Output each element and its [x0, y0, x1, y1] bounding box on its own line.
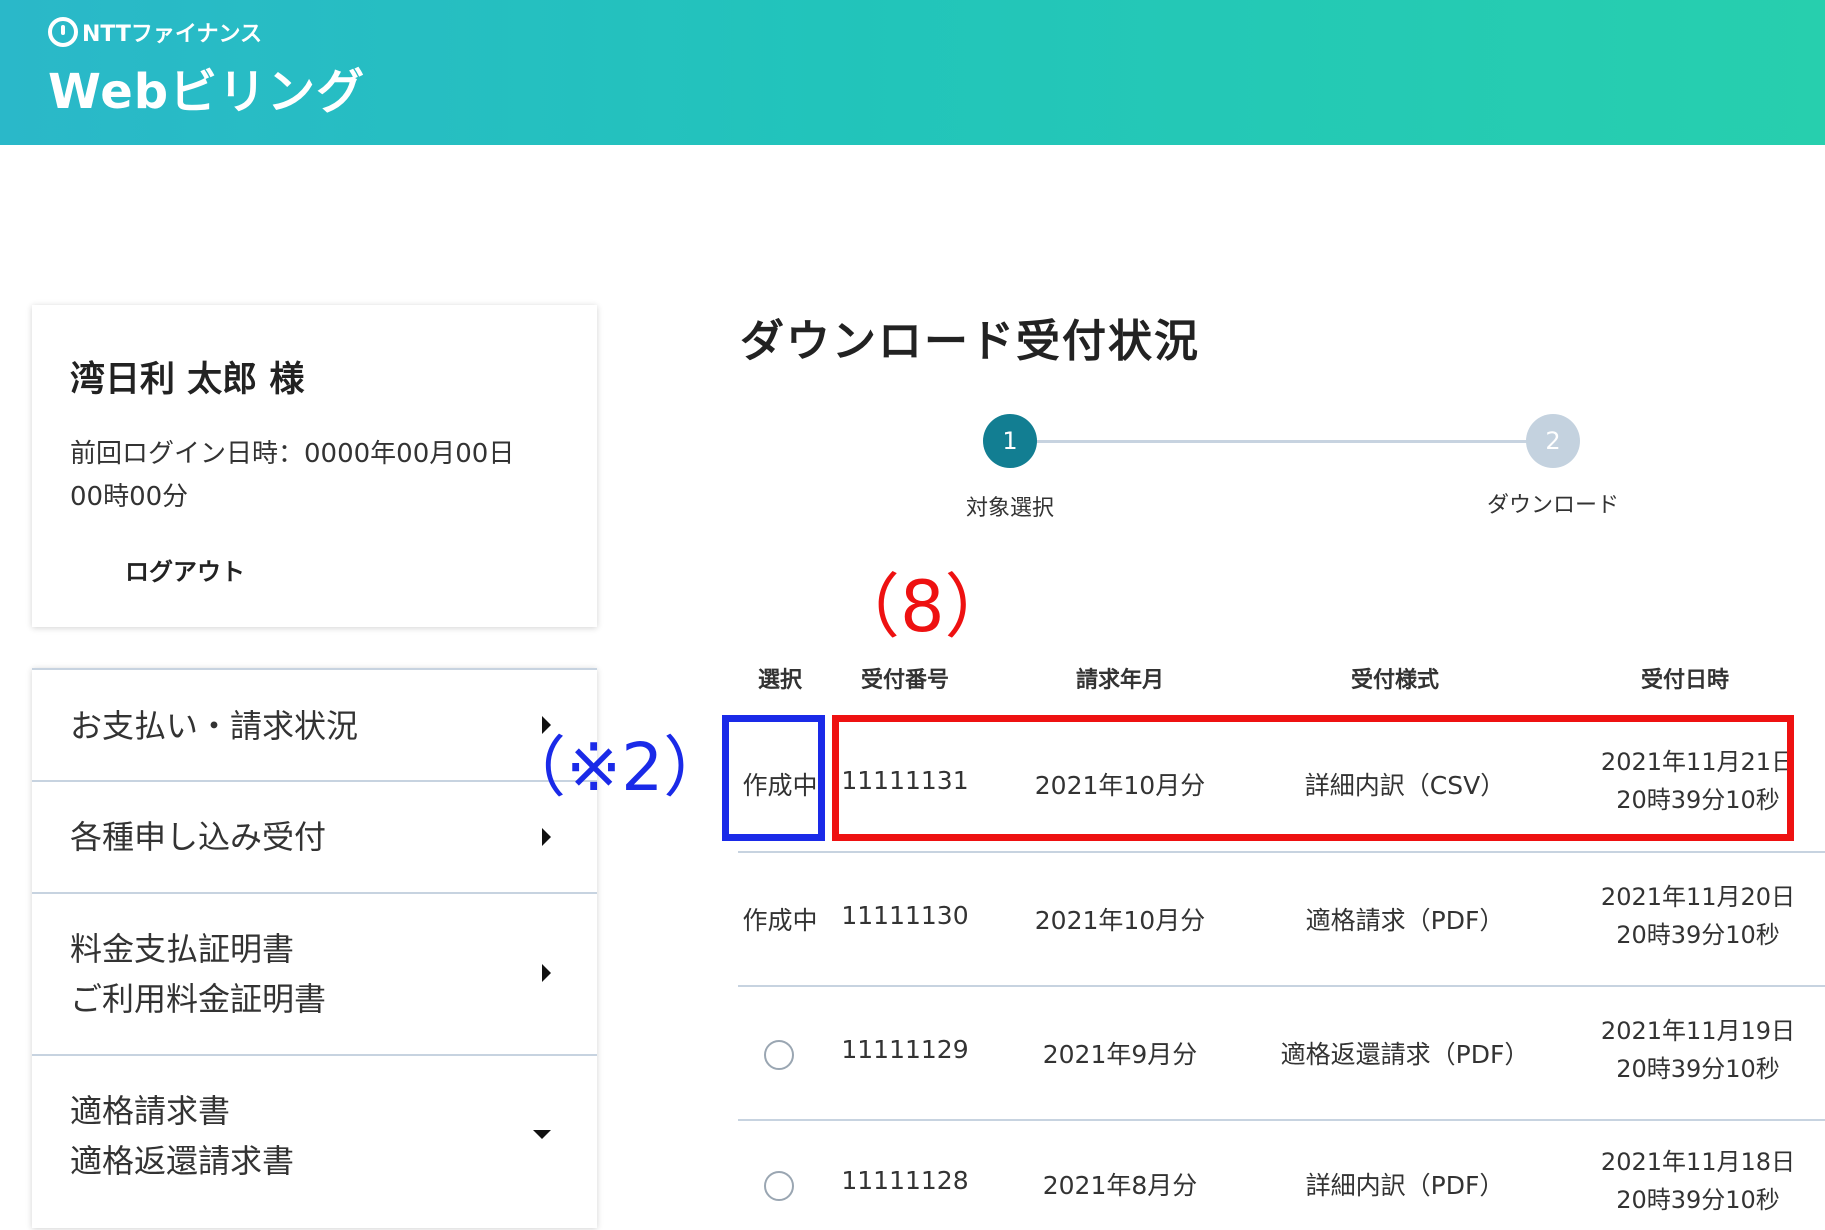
product-name: Webビリング	[48, 64, 366, 120]
row-receipt-number: 11111130	[841, 901, 969, 930]
row-received-at: 2021年11月20日 20時39分10秒	[1578, 878, 1818, 954]
row-billing-month: 2021年8月分	[1042, 1171, 1198, 1200]
row-status: 作成中	[742, 906, 818, 935]
company-name: NTTファイナンス	[82, 22, 263, 47]
select-radio[interactable]	[764, 1171, 794, 1201]
annotation-red-box	[832, 715, 1794, 841]
column-header-select: 選択	[757, 668, 802, 693]
user-card: 湾日利 太郎 様 前回ログイン日時：0000年00月00日 00時00分 ログア…	[32, 305, 597, 627]
annotation-note2-label: （※2）	[500, 729, 730, 806]
row-received-at: 2021年11月18日 20時39分10秒	[1578, 1143, 1818, 1213]
column-header-format: 受付様式	[1350, 668, 1439, 693]
annotation-blue-box	[722, 715, 825, 841]
annotation-8-label: （8）	[830, 566, 1015, 648]
power-logo-icon	[48, 17, 78, 47]
row-received-date: 2021年11月19日	[1600, 1017, 1796, 1045]
row-receipt-number: 11111128	[841, 1166, 969, 1195]
row-received-at: 2021年11月19日 20時39分10秒	[1578, 1012, 1818, 1088]
stepper-line	[1010, 440, 1553, 443]
logout-link[interactable]: ログアウト	[125, 552, 245, 587]
row-billing-month: 2021年9月分	[1042, 1040, 1198, 1069]
user-name: 湾日利 太郎 様	[70, 360, 305, 400]
page-title: ダウンロード受付状況	[740, 316, 1200, 367]
row-format: 適格請求（PDF）	[1305, 906, 1505, 935]
row-received-date: 2021年11月20日	[1600, 883, 1796, 911]
row-received-time: 20時39分10秒	[1616, 1055, 1780, 1083]
row-receipt-number: 11111129	[841, 1035, 969, 1064]
step-2-indicator: 2	[1526, 414, 1580, 468]
company-logo: NTTファイナンス	[48, 16, 262, 48]
menu-item-certificates[interactable]: 料金支払証明書 ご利用料金証明書	[32, 894, 597, 1056]
column-header-receipt-number: 受付番号	[860, 668, 949, 693]
table-row: 11111128 2021年8月分 詳細内訳（PDF） 2021年11月18日 …	[738, 1121, 1825, 1213]
step-1-indicator: 1	[983, 414, 1037, 468]
row-received-time: 20時39分10秒	[1616, 1186, 1780, 1213]
menu-item-label: 各種申し込み受付	[70, 818, 327, 856]
menu-item-label: お支払い・請求状況	[70, 707, 359, 745]
table-row: 作成中 11111130 2021年10月分 適格請求（PDF） 2021年11…	[738, 853, 1825, 987]
row-received-time: 20時39分10秒	[1616, 921, 1780, 949]
column-header-received-at: 受付日時	[1640, 668, 1729, 693]
row-billing-month: 2021年10月分	[1034, 906, 1206, 935]
table-row: 11111129 2021年9月分 適格返還請求（PDF） 2021年11月19…	[738, 987, 1825, 1121]
app-header: NTTファイナンス Webビリング	[0, 0, 1825, 145]
row-received-date: 2021年11月18日	[1600, 1148, 1796, 1176]
select-radio[interactable]	[764, 1040, 794, 1070]
menu-item-label: 適格請求書 適格返還請求書	[70, 1092, 295, 1180]
column-header-billing-month: 請求年月	[1075, 668, 1164, 693]
row-format: 適格返還請求（PDF）	[1280, 1040, 1530, 1069]
menu-item-qualified-invoice[interactable]: 適格請求書 適格返還請求書	[32, 1056, 597, 1230]
last-login-time: 前回ログイン日時：0000年00月00日 00時00分	[70, 439, 515, 512]
menu-item-label: 料金支払証明書 ご利用料金証明書	[70, 930, 327, 1018]
step-1-label: 対象選択	[965, 496, 1054, 521]
caret-right-icon	[542, 828, 551, 846]
row-format: 詳細内訳（PDF）	[1305, 1171, 1505, 1200]
step-2-label: ダウンロード	[1486, 493, 1619, 518]
caret-right-icon	[542, 964, 551, 982]
caret-down-icon	[533, 1130, 551, 1139]
